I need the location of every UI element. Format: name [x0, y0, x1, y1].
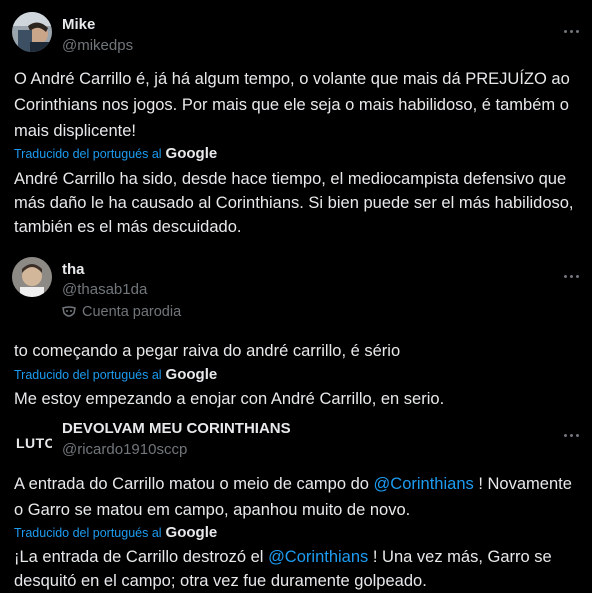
google-logo: Google [165, 145, 218, 162]
google-logo: Google [165, 524, 218, 541]
mention-link[interactable]: @Corinthians [374, 475, 474, 493]
avatar[interactable] [12, 12, 52, 52]
more-options-icon[interactable] [562, 22, 580, 33]
translation-label: Traducido del portugués al [14, 146, 162, 161]
post-text: to começando a pegar raiva do andré carr… [14, 342, 401, 360]
post-mike: Mike @mikedps O André Carrillo é, já há … [0, 0, 592, 250]
author-name[interactable]: tha [62, 261, 85, 278]
avatar-luto-text: LUTO [16, 435, 52, 451]
translated-text-part: ¡La entrada de Carrillo destrozó el [14, 548, 269, 566]
post-text-part: A entrada do Carrillo matou o meio de ca… [14, 475, 374, 493]
mention-link[interactable]: @Corinthians [268, 548, 368, 566]
translated-text: Me estoy empezando a enojar con André Ca… [14, 390, 445, 408]
parody-mask-icon [62, 306, 76, 317]
author-handle[interactable]: @mikedps [62, 37, 133, 54]
google-logo: Google [165, 366, 218, 383]
avatar[interactable]: LUTO [12, 420, 52, 460]
post-ricardo: LUTO DEVOLVAM MEU CORINTHIANS @ricardo19… [0, 414, 592, 591]
post-tha: tha @thasab1da Cuenta parodia to começan… [0, 250, 592, 414]
translated-text: André Carrillo ha sido, desde hace tiemp… [14, 170, 574, 236]
parody-badge: Cuenta parodia [62, 304, 181, 320]
parody-label: Cuenta parodia [82, 304, 182, 320]
translation-label: Traducido del portugués al [14, 525, 162, 540]
author-name[interactable]: Mike [62, 16, 95, 33]
translated-text: ¡La entrada de Carrillo destrozó el @Cor… [14, 545, 574, 593]
translation-attribution[interactable]: Traducido del portugués al Google [14, 524, 217, 541]
author-handle[interactable]: @ricardo1910sccp [62, 441, 187, 458]
more-options-icon[interactable] [562, 267, 580, 278]
author-handle[interactable]: @thasab1da [62, 281, 147, 298]
avatar[interactable] [12, 257, 52, 297]
post-text: A entrada do Carrillo matou o meio de ca… [14, 471, 574, 523]
post-text: O André Carrillo é, já há algum tempo, o… [14, 70, 570, 140]
translation-attribution[interactable]: Traducido del portugués al Google [14, 145, 217, 162]
translation-label: Traducido del portugués al [14, 367, 162, 382]
author-name[interactable]: DEVOLVAM MEU CORINTHIANS [62, 420, 291, 437]
more-options-icon[interactable] [562, 426, 580, 437]
translation-attribution[interactable]: Traducido del portugués al Google [14, 366, 217, 383]
